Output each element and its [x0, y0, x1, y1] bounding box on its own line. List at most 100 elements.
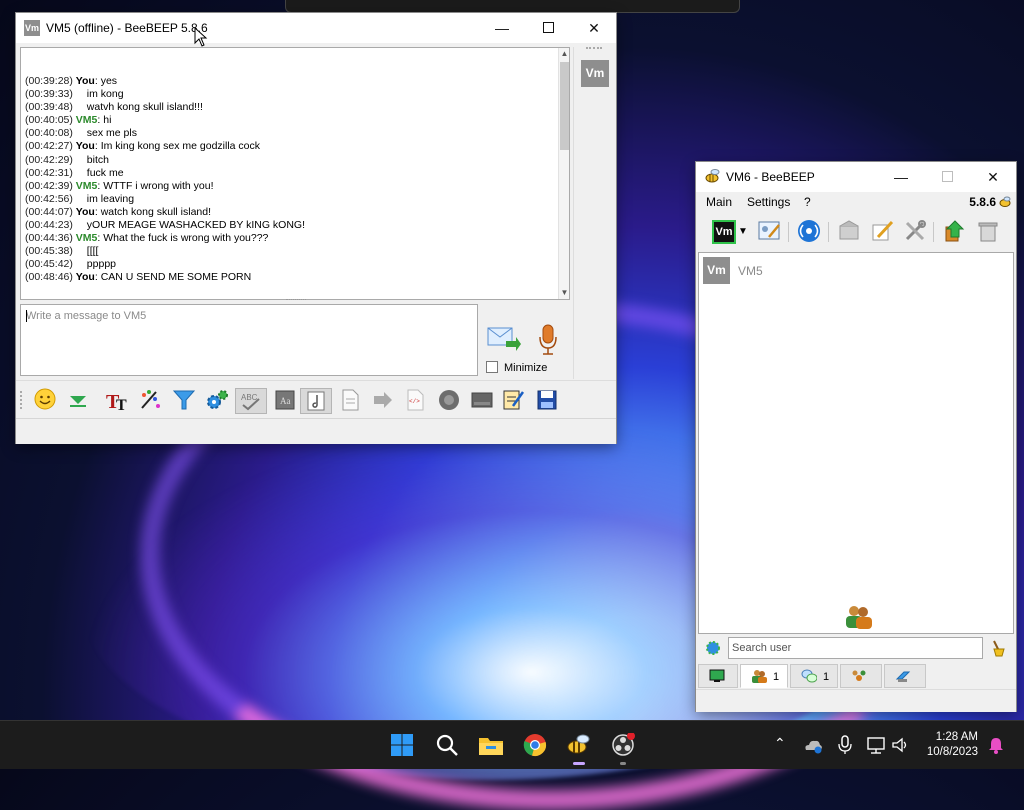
microphone-icon[interactable]	[838, 735, 852, 755]
dictionary-button[interactable]: Aa	[272, 388, 298, 414]
microphone-icon	[539, 324, 557, 355]
forward-button[interactable]	[370, 388, 396, 414]
beebeep-app-icon: Vm	[24, 20, 40, 36]
chat-scrollbar[interactable]: ▲ ▼	[558, 48, 569, 299]
message-text: watvh kong skull island!!!	[86, 101, 203, 114]
tab-users[interactable]: 1	[740, 664, 788, 688]
save-chat-button[interactable]	[534, 388, 560, 414]
document-icon	[342, 389, 359, 411]
tab-groups[interactable]	[840, 664, 882, 688]
close-window-button[interactable]: ✕	[571, 13, 617, 43]
upload-arrow-icon	[945, 220, 965, 242]
delete-button[interactable]	[975, 219, 1001, 245]
profile-edit-icon	[758, 221, 780, 240]
scroll-thumb[interactable]	[560, 62, 569, 150]
file-share-icon	[895, 671, 911, 682]
tab-users-count: 1	[773, 671, 780, 683]
chat-message: (00:42:29) bitch	[25, 154, 555, 167]
message-text: im leaving	[86, 192, 135, 205]
minimize-window-button[interactable]: —	[479, 13, 525, 43]
toolbar-separator	[933, 222, 934, 242]
user-window-titlebar[interactable]: VM6 - BeeBEEP — ✕	[696, 162, 1016, 192]
font-button[interactable]: TT	[104, 388, 130, 414]
maximize-window-button	[924, 162, 970, 192]
minimize-checkbox[interactable]	[486, 361, 498, 373]
tab-file-sharing[interactable]	[884, 664, 926, 688]
history-down-button[interactable]	[65, 388, 91, 414]
message-text: bitch	[86, 153, 109, 166]
start-button[interactable]	[384, 727, 420, 763]
onedrive-icon[interactable]	[803, 736, 823, 754]
chat-titlebar[interactable]: Vm VM5 (offline) - BeeBEEP 5.8.6 — ✕	[16, 13, 616, 43]
html-button[interactable]: </>	[402, 388, 428, 414]
tools-button[interactable]	[902, 219, 928, 245]
chat-history[interactable]: (00:39:28) You: yes (00:39:33) im kong (00…	[20, 47, 570, 300]
scroll-down-icon[interactable]: ▼	[559, 287, 569, 299]
chat-message-list: (00:39:28) You: yes (00:39:33) im kong (00…	[25, 75, 555, 285]
edit-profile-button[interactable]	[756, 219, 782, 245]
user-item-vm5[interactable]: Vm VM5	[703, 257, 1003, 284]
show-hidden-icons-button[interactable]: ⌃	[774, 735, 786, 752]
notification-bell-icon[interactable]	[988, 736, 1004, 754]
text-color-button[interactable]	[137, 388, 163, 414]
network-button[interactable]	[796, 219, 822, 245]
message-timestamp: (00:39:48)	[25, 101, 73, 114]
keyboard-button[interactable]	[469, 388, 495, 414]
user-list-window[interactable]: VM6 - BeeBEEP — ✕ Main Settings ? 5.8.6 …	[696, 162, 1016, 712]
side-panel-grip[interactable]	[586, 47, 602, 53]
write-button[interactable]	[869, 219, 895, 245]
close-window-button[interactable]: ✕	[970, 162, 1016, 192]
file-explorer-button[interactable]	[473, 727, 509, 763]
toolbar-grip[interactable]	[20, 391, 25, 409]
chat-window[interactable]: Vm VM5 (offline) - BeeBEEP 5.8.6 — ✕ (00…	[16, 13, 616, 444]
screenshot-button[interactable]	[436, 388, 462, 414]
message-sender: VM5	[75, 114, 98, 127]
edit-note-button[interactable]	[500, 388, 526, 414]
message-input[interactable]	[20, 304, 478, 376]
send-message-button[interactable]	[486, 324, 522, 354]
clock[interactable]: 1:28 AM 10/8/2023	[908, 730, 978, 760]
voice-message-button[interactable]	[536, 323, 560, 357]
gear-icon[interactable]	[705, 640, 721, 656]
minimize-window-button[interactable]: —	[878, 162, 924, 192]
emoticon-button[interactable]	[32, 388, 58, 414]
search-button[interactable]	[429, 727, 465, 763]
folder-icon	[479, 738, 503, 755]
message-sender: You	[75, 205, 95, 218]
filter-button[interactable]	[171, 388, 197, 414]
tab-monitor[interactable]	[698, 664, 738, 688]
notes-button[interactable]	[300, 388, 332, 414]
menu-settings[interactable]: Settings	[747, 195, 790, 209]
svg-text:ABC: ABC	[241, 393, 258, 402]
tab-chats[interactable]: 1	[790, 664, 838, 688]
beebeep-taskbar-button[interactable]	[561, 727, 597, 765]
menu-main[interactable]: Main	[706, 195, 732, 209]
menu-help[interactable]: ?	[804, 195, 811, 209]
settings-button[interactable]	[204, 388, 230, 414]
scroll-up-icon[interactable]: ▲	[559, 48, 569, 60]
upload-button[interactable]	[942, 219, 968, 245]
obs-taskbar-button[interactable]	[605, 727, 641, 765]
member-avatar[interactable]: Vm	[581, 60, 609, 87]
spell-check-button[interactable]: ABC	[235, 388, 267, 414]
my-status-avatar[interactable]: Vm	[712, 220, 736, 244]
message-timestamp: (00:44:23)	[25, 219, 73, 232]
message-text: What the fuck is wrong with you???	[103, 232, 269, 245]
status-dropdown-icon[interactable]: ▼	[736, 219, 750, 245]
maximize-window-button[interactable]	[525, 13, 571, 43]
green-arrow-down-icon	[70, 396, 86, 407]
search-input[interactable]	[728, 637, 983, 659]
network-icon[interactable]	[866, 736, 886, 754]
funnel-icon	[172, 390, 196, 410]
clear-broom-icon[interactable]	[990, 639, 1006, 657]
user-list[interactable]: Vm VM5	[698, 252, 1014, 634]
chrome-button[interactable]	[517, 727, 553, 763]
volume-icon[interactable]	[891, 736, 909, 754]
bee-icon	[999, 196, 1011, 207]
message-all-button[interactable]	[836, 219, 862, 245]
pencil-paper-icon	[872, 220, 894, 241]
message-timestamp: (00:42:29)	[25, 153, 73, 166]
document-button[interactable]	[337, 388, 363, 414]
message-timestamp: (00:45:42)	[25, 258, 73, 271]
window-edge	[285, 0, 740, 13]
